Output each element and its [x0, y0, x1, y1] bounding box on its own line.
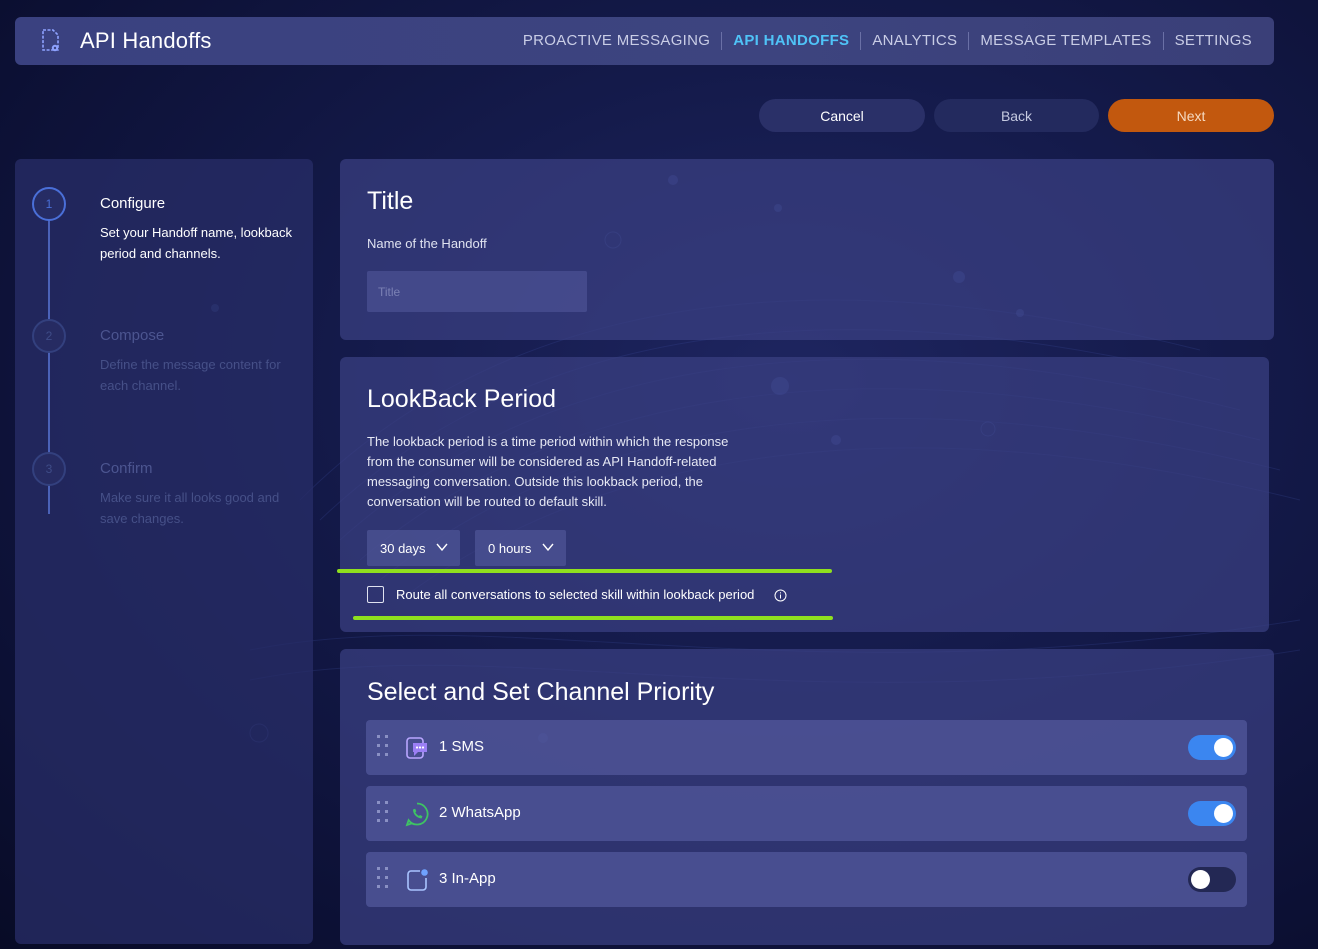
- whatsapp-icon: [405, 802, 429, 827]
- chevron-down-icon: [542, 543, 554, 551]
- nav-message-templates[interactable]: MESSAGE TEMPLATES: [968, 32, 1162, 50]
- lookback-card: LookBack Period The lookback period is a…: [337, 357, 1269, 632]
- step-number: 3: [32, 452, 66, 486]
- step-description: Make sure it all looks good and save cha…: [100, 490, 280, 526]
- highlight-line-top: [337, 569, 832, 573]
- handoff-title-input[interactable]: [367, 271, 587, 312]
- route-all-label: Route all conversations to selected skil…: [396, 587, 755, 602]
- handoff-name-label: Name of the Handoff: [367, 236, 487, 251]
- toggle-knob: [1214, 804, 1233, 823]
- top-header: API Handoffs PROACTIVE MESSAGING API HAN…: [15, 17, 1274, 65]
- main-nav: PROACTIVE MESSAGING API HANDOFFS ANALYTI…: [512, 17, 1263, 65]
- step-title: Configure: [100, 195, 166, 212]
- in-app-icon: [407, 869, 428, 891]
- hours-dropdown[interactable]: 0 hours: [475, 530, 566, 566]
- step-number: 2: [32, 319, 66, 353]
- nav-api-handoffs[interactable]: API HANDOFFS: [721, 32, 860, 50]
- channel-row-in-app[interactable]: 3 In-App: [366, 852, 1247, 907]
- cancel-button[interactable]: Cancel: [759, 99, 925, 132]
- channel-label: 2 WhatsApp: [439, 804, 521, 821]
- nav-proactive-messaging[interactable]: PROACTIVE MESSAGING: [512, 32, 721, 50]
- channel-row-sms[interactable]: 1 SMS: [366, 720, 1247, 775]
- drag-handle-icon[interactable]: [376, 800, 390, 824]
- lookback-heading: LookBack Period: [367, 385, 557, 413]
- lookback-description: The lookback period is a time period wit…: [367, 434, 729, 509]
- toggle-knob: [1191, 870, 1210, 889]
- drag-handle-icon[interactable]: [376, 866, 390, 890]
- step-description: Set your Handoff name, lookback period a…: [100, 225, 292, 261]
- wizard-stepper: 1 Configure Set your Handoff name, lookb…: [15, 159, 313, 944]
- nav-analytics[interactable]: ANALYTICS: [860, 32, 968, 50]
- title-card: Title Name of the Handoff: [340, 159, 1274, 340]
- step-number: 1: [32, 187, 66, 221]
- drag-handle-icon[interactable]: [376, 734, 390, 758]
- channel-label: 3 In-App: [439, 870, 496, 887]
- toggle-knob: [1214, 738, 1233, 757]
- whatsapp-toggle[interactable]: [1188, 801, 1236, 826]
- step-title: Compose: [100, 327, 165, 344]
- hours-value: 0 hours: [488, 540, 532, 556]
- api-handoff-icon: [42, 29, 59, 52]
- route-all-checkbox[interactable]: [367, 586, 384, 603]
- sms-toggle[interactable]: [1188, 735, 1236, 760]
- days-value: 30 days: [380, 540, 426, 556]
- channels-card: Select and Set Channel Priority 1 SMS 2 …: [340, 649, 1274, 945]
- days-dropdown[interactable]: 30 days: [367, 530, 460, 566]
- app-title: API Handoffs: [80, 28, 212, 53]
- step-description: Define the message content for each chan…: [100, 357, 281, 393]
- channel-row-whatsapp[interactable]: 2 WhatsApp: [366, 786, 1247, 841]
- channel-label: 1 SMS: [439, 738, 485, 755]
- step-title: Confirm: [100, 460, 153, 477]
- nav-settings[interactable]: SETTINGS: [1162, 32, 1263, 50]
- next-button[interactable]: Next: [1108, 99, 1274, 132]
- back-button[interactable]: Back: [934, 99, 1099, 132]
- sms-icon: [406, 737, 427, 759]
- channels-heading: Select and Set Channel Priority: [367, 678, 715, 706]
- highlight-line-bottom: [353, 616, 833, 620]
- info-icon[interactable]: [774, 589, 787, 602]
- chevron-down-icon: [436, 543, 448, 551]
- title-heading: Title: [367, 187, 414, 215]
- in-app-toggle[interactable]: [1188, 867, 1236, 892]
